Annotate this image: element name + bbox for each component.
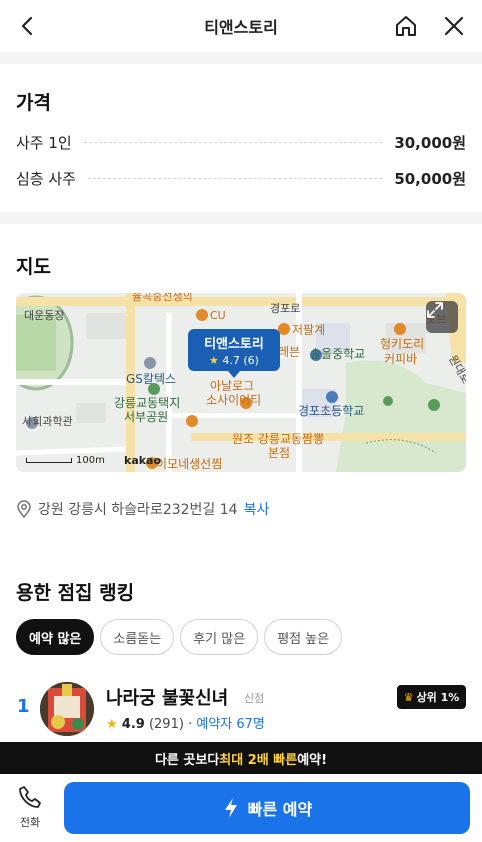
pin-store-name: 티앤스토리 <box>204 337 264 352</box>
price-row: 사주 1인 30,000원 <box>16 131 466 153</box>
home-icon <box>396 16 416 36</box>
chip-chilling[interactable]: 소름돋는 <box>100 619 175 655</box>
promo-banner: 다른 곳보다 최대 2배 빠른 예약! <box>0 742 482 774</box>
map-view[interactable]: 대운동장 율곡중선생의 경포로 CU 저팔계 레븐 솔올중학교 헝키도리 커피바… <box>16 293 466 472</box>
location-pin-icon <box>17 500 31 518</box>
map-scale: 100m <box>26 455 105 466</box>
rank-number: 1 <box>17 696 30 717</box>
pin-rating-value: 4.7 (6) <box>222 354 259 367</box>
badge-label: 상위 1% <box>416 691 460 704</box>
map-label: 율곡중선생의 <box>132 293 193 303</box>
pin-rating: ★ 4.7 (6) <box>188 354 280 367</box>
map-label: 원조 강릉교동짬뽕 <box>232 432 325 446</box>
map-label: 커피바 <box>384 352 418 366</box>
map-label: 서부공원 <box>124 410 169 424</box>
chevron-left-icon <box>21 16 33 36</box>
map-section-title: 지도 <box>16 256 51 278</box>
map-label: 헝키도리 <box>380 337 425 351</box>
map-label: 사회과학관 <box>22 415 73 428</box>
shop-category-tag: 신점 <box>244 692 265 705</box>
lightning-icon <box>224 798 237 818</box>
ranking-list-item[interactable]: 1 나라궁 불꽃신녀 신점 ★ 4.9 (291) · 예약자 67명 ♛ 상위… <box>0 680 482 740</box>
shop-thumbnail <box>40 682 94 736</box>
price-section-title: 가격 <box>16 92 51 114</box>
promo-text: 예약! <box>297 752 328 768</box>
crown-icon: ♛ <box>403 690 414 704</box>
map-label: 레븐 <box>278 345 301 359</box>
meta-separator: · <box>188 717 193 732</box>
shop-meta: ★ 4.9 (291) · 예약자 67명 <box>106 713 265 732</box>
map-label: 경포로 <box>270 302 301 315</box>
map-label: 저팔계 <box>292 323 326 337</box>
map-label: CU <box>210 309 226 322</box>
map-label: 아날로그 <box>210 379 255 393</box>
copy-address-button[interactable]: 복사 <box>244 499 270 519</box>
price-leader <box>87 177 383 179</box>
shop-rating: 4.9 <box>121 717 145 732</box>
close-icon <box>444 16 464 36</box>
price-value: 30,000원 <box>394 133 466 152</box>
shop-review-count: (291) <box>148 717 184 732</box>
map-label: GS칼텍스 <box>126 372 177 386</box>
promo-highlight: 최대 2배 빠른 <box>219 752 298 768</box>
shop-reservation-count: 예약자 67명 <box>196 717 265 732</box>
price-row: 심층 사주 50,000원 <box>16 167 466 189</box>
address-row: 강원 강릉시 하슬라로232번길 14 복사 <box>16 498 269 520</box>
promo-text: 다른 곳보다 <box>154 752 220 768</box>
map-label: 소사이어티 <box>206 393 262 407</box>
price-leader <box>83 141 383 143</box>
shop-name: 나라궁 불꽃신녀 <box>106 688 229 709</box>
quick-reserve-button[interactable]: 빠른 예약 <box>64 782 470 834</box>
scale-bar <box>26 457 72 463</box>
chip-most-reviews[interactable]: 후기 많은 <box>180 619 259 655</box>
quick-reserve-label: 빠른 예약 <box>247 800 313 819</box>
shop-photo <box>40 682 94 736</box>
top-bar: 티앤스토리 <box>0 0 482 52</box>
page-title: 티앤스토리 <box>204 18 278 37</box>
close-button[interactable] <box>438 10 470 42</box>
bottom-action-bar: 전화 빠른 예약 <box>0 774 482 842</box>
expand-icon <box>427 302 443 318</box>
address-text: 강원 강릉시 하슬라로232번길 14 <box>38 502 238 518</box>
price-name: 심층 사주 <box>16 169 76 188</box>
map-label: 강릉교동택지 <box>114 396 181 410</box>
map-provider-logo: kakao <box>124 454 162 467</box>
map-label: 경포초등학교 <box>298 404 365 418</box>
map-expand-button[interactable] <box>426 301 458 333</box>
section-divider <box>0 52 482 64</box>
scale-label: 100m <box>76 455 105 466</box>
call-label: 전화 <box>19 816 41 829</box>
section-divider <box>0 212 482 224</box>
phone-icon <box>19 786 41 808</box>
map-label: 솔올중학교 <box>310 347 366 361</box>
top-rank-badge: ♛ 상위 1% <box>397 685 466 709</box>
home-button[interactable] <box>390 10 422 42</box>
star-icon: ★ <box>106 717 118 732</box>
price-name: 사주 1인 <box>16 133 72 152</box>
store-map-pin[interactable]: 티앤스토리 ★ 4.7 (6) <box>188 329 280 378</box>
back-button[interactable] <box>12 10 44 42</box>
call-button[interactable]: 전화 <box>10 784 50 832</box>
price-value: 50,000원 <box>394 169 466 188</box>
ranking-section-title: 용한 점집 랭킹 <box>16 582 135 604</box>
chip-highest-rating[interactable]: 평점 높은 <box>264 619 343 655</box>
star-icon: ★ <box>209 354 219 367</box>
ranking-filter-chips: 예약 많은 소름돋는 후기 많은 평점 높은 <box>16 619 343 655</box>
map-label: 이모네생선찜 <box>156 457 223 471</box>
chip-most-reservations[interactable]: 예약 많은 <box>16 619 95 655</box>
map-label: 대운동장 <box>24 309 65 322</box>
map-label: 본점 <box>268 446 291 460</box>
